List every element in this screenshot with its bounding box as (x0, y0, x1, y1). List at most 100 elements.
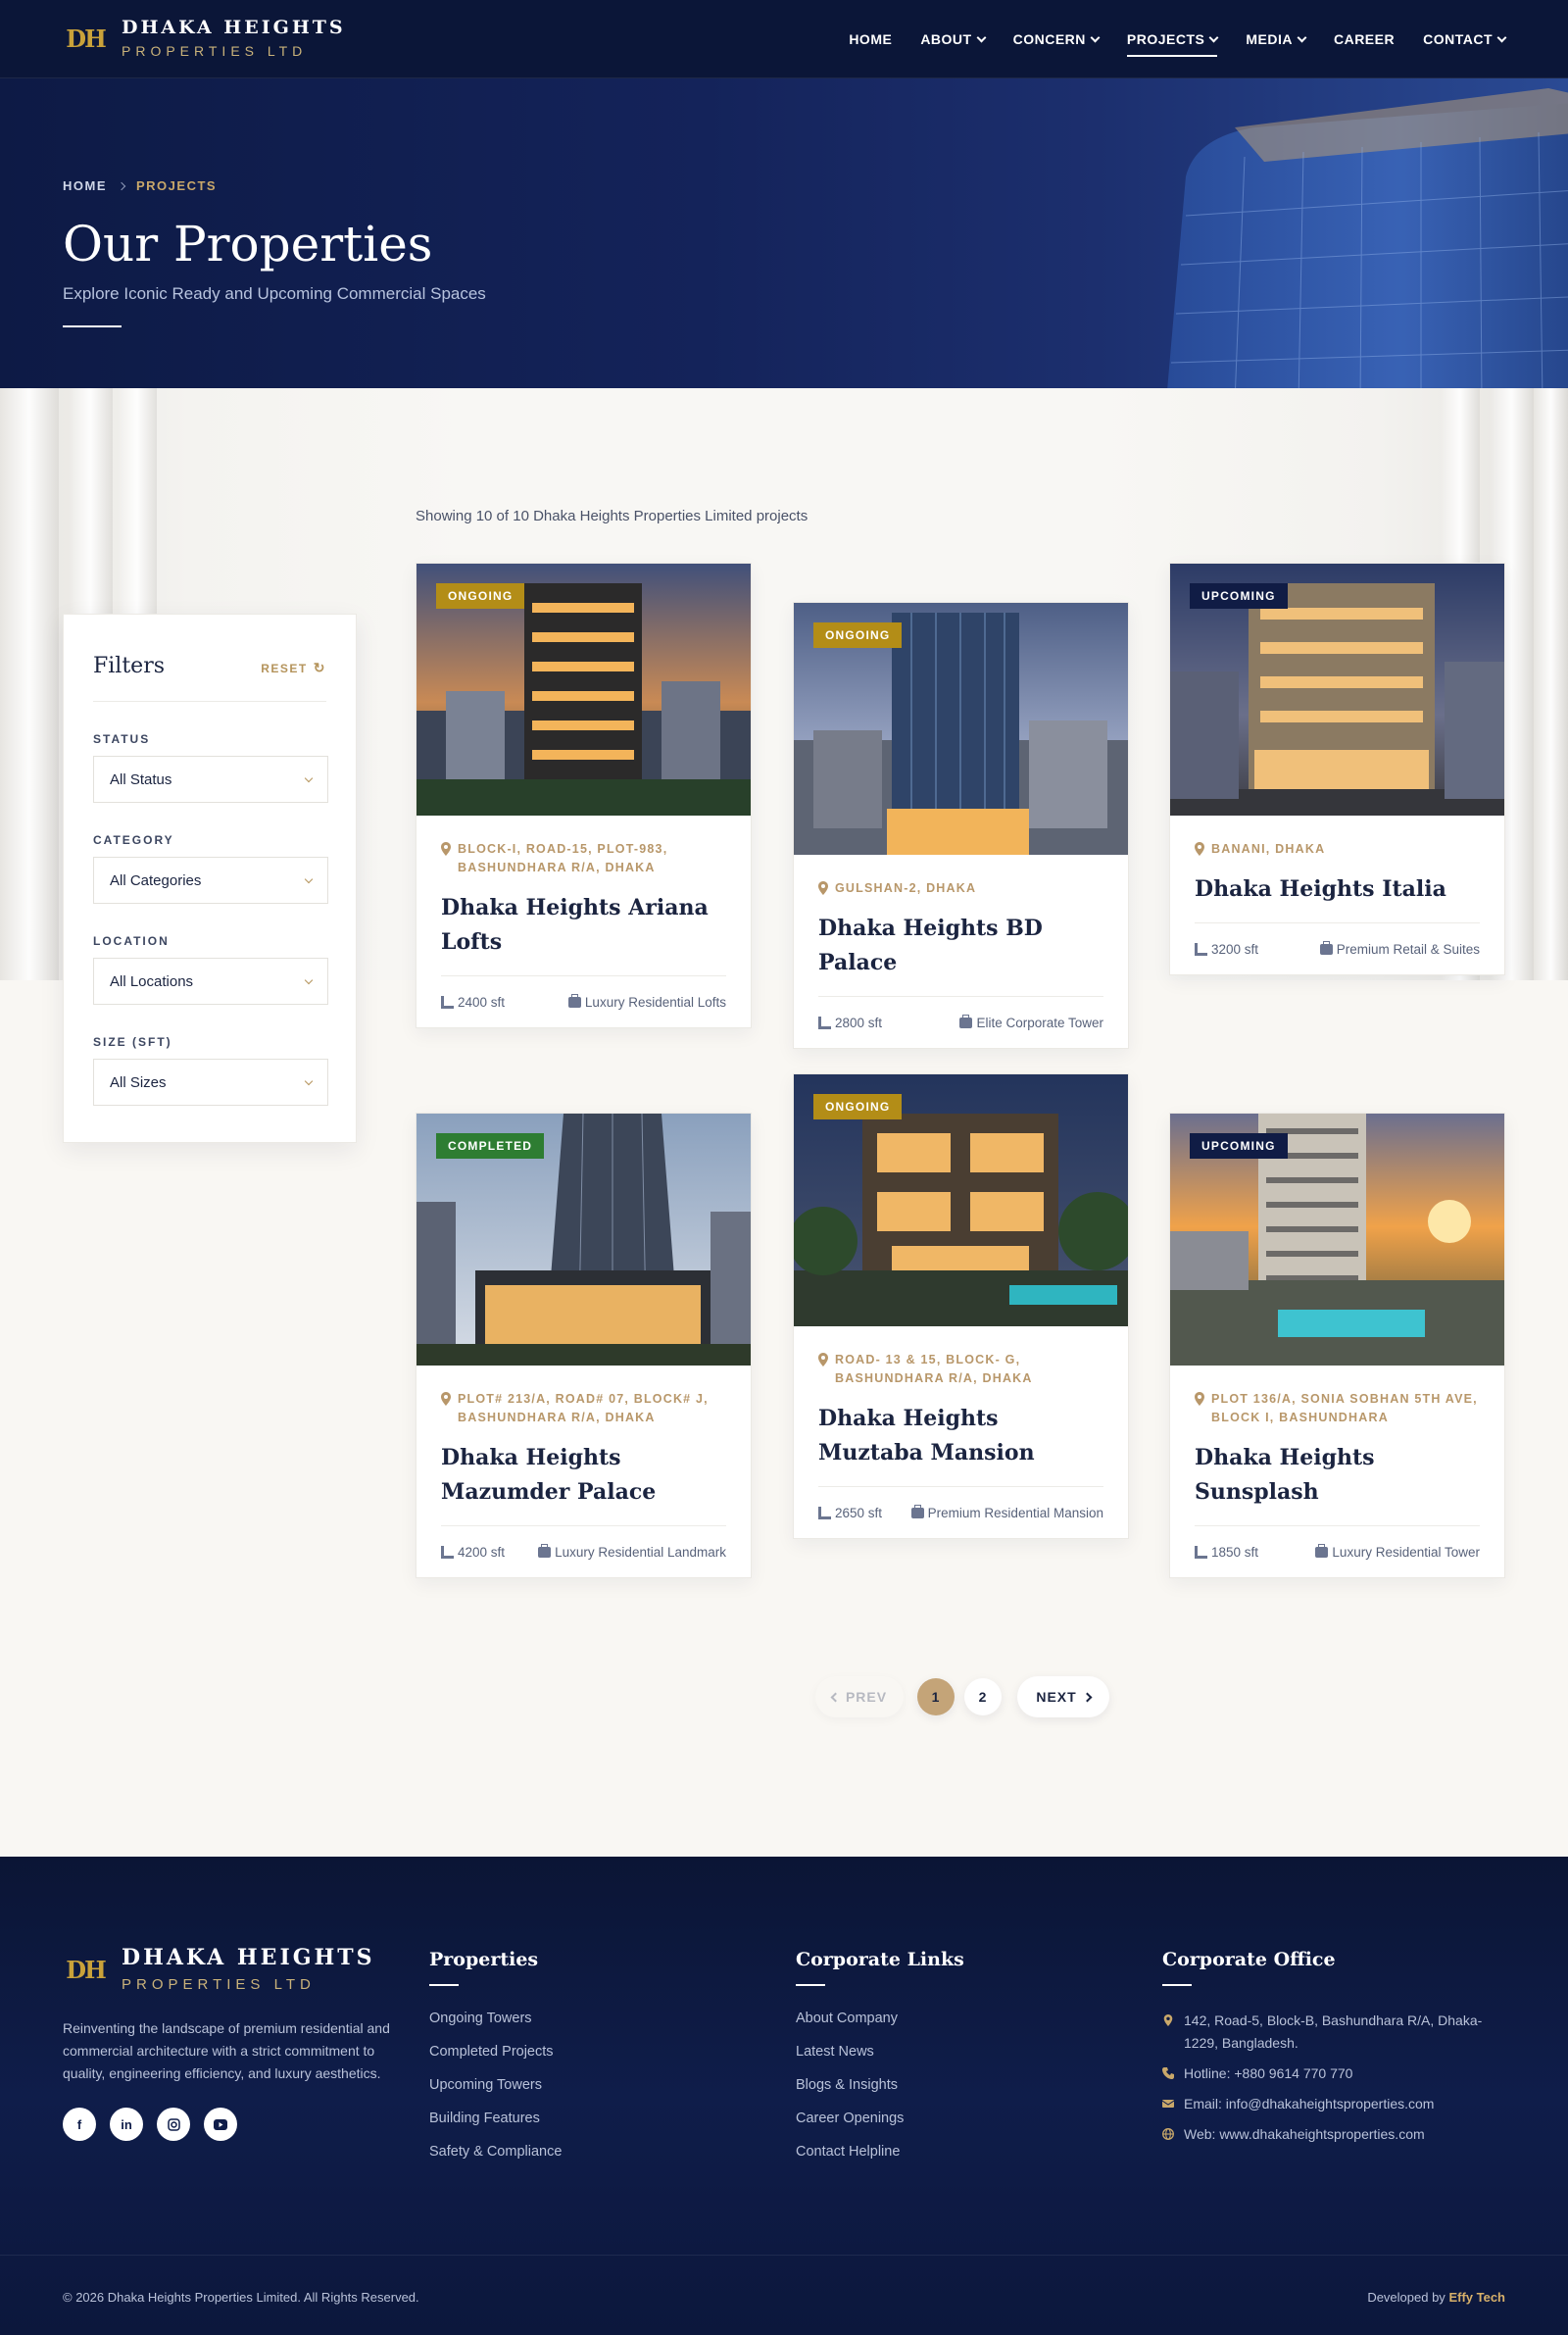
status-badge: ONGOING (813, 1094, 903, 1119)
breadcrumb-home[interactable]: HOME (63, 178, 107, 193)
footer-brand-name: DHAKA HEIGHTS (122, 1945, 375, 1970)
property-size: 4200 sft (441, 1545, 505, 1560)
status-badge: ONGOING (436, 583, 525, 609)
linkedin-icon[interactable]: in (110, 2108, 143, 2141)
property-card[interactable]: ONGOING ROAD- 13 & 15, BLOCK- G, BASHUND… (793, 1073, 1129, 1539)
page-1-button[interactable]: 1 (917, 1678, 955, 1715)
chevron-down-icon (304, 874, 314, 883)
location-pin-icon (818, 881, 828, 895)
footer-column-title: Corporate Office (1162, 1949, 1336, 1970)
nav-home[interactable]: HOME (849, 25, 892, 53)
nav-projects[interactable]: PROJECTS (1126, 25, 1219, 57)
filter-label: CATEGORY (93, 833, 174, 847)
status-badge: COMPLETED (436, 1133, 545, 1159)
office-hotline[interactable]: Hotline: +880 9614 770 770 (1162, 2062, 1505, 2085)
prev-page-button[interactable]: PREV (815, 1676, 904, 1717)
footer-office: Corporate Office 142, Road-5, Block-B, B… (1162, 1949, 1505, 2154)
property-size: 2800 sft (818, 1016, 882, 1030)
nav-media[interactable]: MEDIA (1246, 25, 1307, 53)
facebook-icon[interactable]: f (63, 2108, 96, 2141)
reset-filters-button[interactable]: RESET ↻ (261, 660, 326, 676)
property-card[interactable]: UPCOMING PLOT 136/A, SONIA SOBHAN 5TH AV… (1169, 1113, 1505, 1578)
nav-about[interactable]: ABOUT (920, 25, 987, 53)
property-title[interactable]: Dhaka Heights Muztaba Mansion (818, 1402, 1103, 1487)
property-title[interactable]: Dhaka Heights Sunsplash (1195, 1441, 1480, 1526)
page-subtitle: Explore Iconic Ready and Upcoming Commer… (63, 284, 486, 303)
office-web[interactable]: Web: www.dhakaheightsproperties.com (1162, 2123, 1505, 2146)
location-pin-icon (1195, 842, 1204, 856)
logo-mark-icon: DH (66, 24, 107, 53)
status-badge: UPCOMING (1190, 1133, 1288, 1159)
property-title[interactable]: Dhaka Heights Mazumder Palace (441, 1441, 726, 1526)
nav-contact[interactable]: CONTACT (1423, 25, 1507, 53)
chevron-down-icon (304, 975, 314, 984)
property-card[interactable]: ONGOING BLOCK-I, ROAD-15, PLOT-983, BASH… (416, 563, 752, 1028)
property-title[interactable]: Dhaka Heights BD Palace (818, 912, 1103, 997)
area-icon (441, 995, 454, 1009)
footer-corporate-links: Corporate Links About Company Latest New… (796, 1949, 964, 2168)
youtube-icon[interactable] (204, 2108, 237, 2141)
location-select[interactable]: All Locations (93, 958, 328, 1005)
copyright: © 2026 Dhaka Heights Properties Limited.… (63, 2290, 419, 2305)
category-select[interactable]: All Categories (93, 857, 328, 904)
pagination: PREV 1 2 NEXT (0, 1676, 1568, 1719)
location-pin-icon (441, 1392, 451, 1406)
property-meta: 2400 sft Luxury Residential Lofts (441, 976, 726, 1027)
filter-size: SIZE (SFT) All Sizes (93, 1035, 328, 1106)
property-card[interactable]: ONGOING GULSHAN-2, DHAKA Dhaka Heights B… (793, 602, 1129, 1049)
chevron-right-icon (1082, 1692, 1093, 1702)
size-select[interactable]: All Sizes (93, 1059, 328, 1106)
footer-link[interactable]: Career Openings (796, 2102, 964, 2135)
footer-link[interactable]: About Company (796, 2002, 964, 2035)
phone-icon (1162, 2067, 1174, 2079)
status-select[interactable]: All Status (93, 756, 328, 803)
briefcase-icon (959, 1014, 973, 1028)
page-2-button[interactable]: 2 (964, 1678, 1002, 1715)
footer-link[interactable]: Ongoing Towers (429, 2002, 562, 2035)
office-email[interactable]: Email: info@dhakaheightsproperties.com (1162, 2093, 1505, 2115)
property-image: ONGOING (794, 1074, 1128, 1326)
property-meta: 3200 sft Premium Retail & Suites (1195, 923, 1480, 974)
property-size: 2400 sft (441, 995, 505, 1010)
area-icon (441, 1545, 454, 1559)
developer-link[interactable]: Effy Tech (1448, 2290, 1505, 2305)
briefcase-icon (567, 993, 581, 1008)
footer-link[interactable]: Completed Projects (429, 2035, 562, 2068)
footer-logo[interactable]: DH DHAKA HEIGHTS PROPERTIES LTD (63, 1947, 375, 1992)
footer-link[interactable]: Building Features (429, 2102, 562, 2135)
property-meta: 2800 sft Elite Corporate Tower (818, 997, 1103, 1048)
nav-career[interactable]: CAREER (1334, 25, 1395, 53)
property-card[interactable]: COMPLETED PLOT# 213/A, ROAD# 07, BLOCK# … (416, 1113, 752, 1578)
breadcrumb: HOME PROJECTS (63, 178, 217, 193)
property-location: BLOCK-I, ROAD-15, PLOT-983, BASHUNDHARA … (441, 840, 726, 877)
location-pin-icon (441, 842, 451, 856)
footer-link[interactable]: Upcoming Towers (429, 2068, 562, 2102)
property-location: PLOT 136/A, SONIA SOBHAN 5TH AVE, BLOCK … (1195, 1390, 1480, 1427)
footer-link[interactable]: Safety & Compliance (429, 2135, 562, 2168)
footer-link[interactable]: Contact Helpline (796, 2135, 964, 2168)
property-category: Premium Retail & Suites (1319, 940, 1480, 957)
footer-link[interactable]: Blogs & Insights (796, 2068, 964, 2102)
refresh-icon: ↻ (313, 660, 326, 675)
briefcase-icon (1319, 940, 1333, 955)
property-location: BANANI, DHAKA (1195, 840, 1480, 859)
brand-logo[interactable]: DH DHAKA HEIGHTS PROPERTIES LTD (63, 16, 346, 61)
property-image: ONGOING (416, 564, 751, 816)
page-title: Our Properties (63, 216, 433, 273)
next-page-button[interactable]: NEXT (1017, 1676, 1109, 1717)
location-pin-icon (1163, 2014, 1173, 2026)
logo-mark-icon: DH (66, 1955, 107, 1984)
property-card[interactable]: UPCOMING BANANI, DHAKA Dhaka Heights Ita… (1169, 563, 1505, 975)
footer-properties: Properties Ongoing Towers Completed Proj… (429, 1949, 562, 2168)
footer-link[interactable]: Latest News (796, 2035, 964, 2068)
property-title[interactable]: Dhaka Heights Italia (1195, 872, 1480, 923)
instagram-icon[interactable] (157, 2108, 190, 2141)
property-title[interactable]: Dhaka Heights Ariana Lofts (441, 891, 726, 976)
social-links: f in (63, 2108, 251, 2141)
property-meta: 2650 sft Premium Residential Mansion (818, 1487, 1103, 1538)
site-footer: DH DHAKA HEIGHTS PROPERTIES LTD Reinvent… (0, 1857, 1568, 2335)
results-count: Showing 10 of 10 Dhaka Heights Propertie… (416, 508, 808, 524)
nav-concern[interactable]: CONCERN (1013, 25, 1101, 53)
property-image: UPCOMING (1170, 564, 1504, 816)
chevron-down-icon (1090, 32, 1101, 42)
